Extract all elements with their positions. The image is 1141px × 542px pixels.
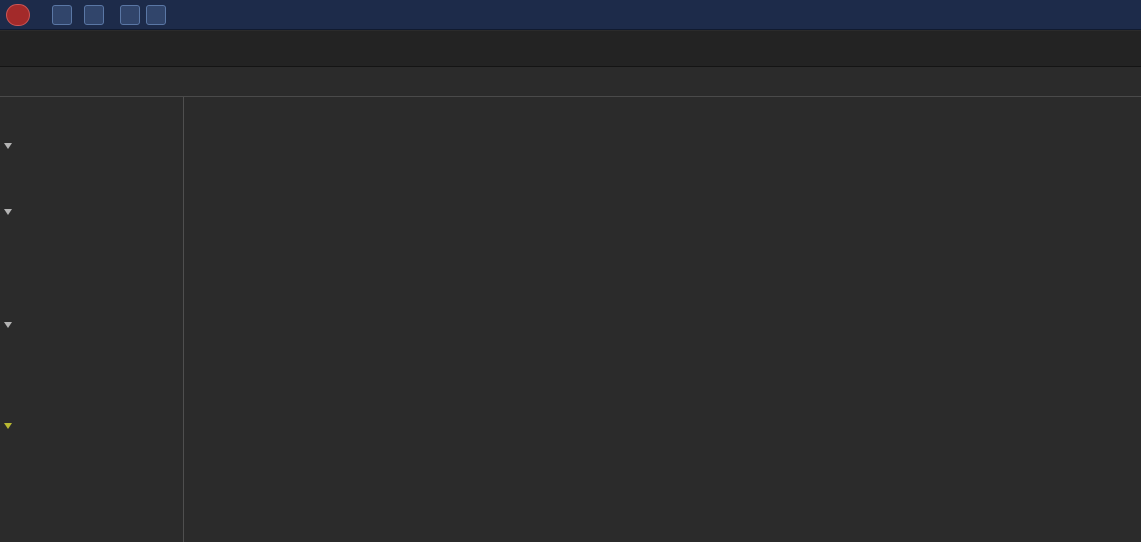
frame-band-main[interactable] — [0, 98, 1141, 116]
plot-1-curses-window — [0, 385, 1141, 400]
profiler-window — [0, 0, 1141, 542]
opengl-zone-row-1 — [0, 154, 1141, 169]
main-thread-zone-row-4 — [0, 269, 1141, 279]
crosshair-icon — [150, 8, 163, 21]
section-main-thread-header[interactable] — [4, 205, 17, 219]
total-span-stat — [206, 8, 224, 21]
game-message-markers — [0, 326, 1141, 334]
eye-icon — [182, 8, 195, 21]
memory-icon — [17, 420, 30, 433]
caret-down-icon — [124, 8, 137, 21]
chevron-left-icon — [56, 8, 69, 21]
view-span-stat — [182, 8, 200, 21]
plot-9-curses — [0, 283, 1141, 298]
power-icon — [12, 8, 25, 21]
chevron-right-icon — [88, 8, 101, 21]
collapse-icon — [4, 143, 12, 149]
opengl-zone-row-3 — [0, 186, 1141, 201]
collapse-icon — [4, 209, 12, 215]
frame-overview[interactable] — [0, 31, 1141, 67]
main-thread-zone-row-3 — [0, 253, 1141, 268]
zoom-out-button[interactable] — [120, 5, 140, 25]
collapse-icon — [4, 423, 12, 429]
focus-frame-button[interactable] — [146, 5, 166, 25]
opengl-zone-row-2 — [0, 170, 1141, 185]
layers-icon — [206, 8, 219, 21]
main-thread-zone-row-2 — [0, 237, 1141, 252]
next-frame-button[interactable] — [84, 5, 104, 25]
plot-11-curses-window-game — [0, 401, 1141, 416]
toolbar — [0, 0, 1141, 30]
prev-frame-button[interactable] — [52, 5, 72, 25]
section-opengl-header[interactable] — [4, 139, 17, 153]
game-zone-row-2 — [0, 352, 1141, 367]
section-memory-header[interactable] — [4, 419, 41, 433]
plot-11-curses-window — [0, 300, 1141, 315]
main-thread-zone-row-1 — [0, 221, 1141, 236]
game-zone-row-3 — [0, 368, 1141, 383]
collapse-icon — [4, 322, 12, 328]
power-button[interactable] — [6, 4, 30, 26]
time-axis — [0, 68, 1141, 97]
game-zone-row-1 — [0, 336, 1141, 351]
frame-band-sub[interactable] — [0, 118, 1141, 134]
section-game-header[interactable] — [4, 318, 17, 332]
